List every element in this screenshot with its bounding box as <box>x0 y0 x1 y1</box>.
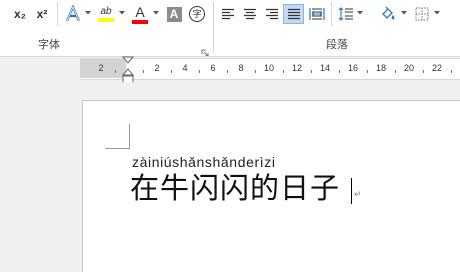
separator <box>331 2 332 26</box>
ruler-label: 8 <box>238 63 244 73</box>
margin-corner-mark <box>129 124 130 149</box>
line-spacing-dropdown[interactable] <box>357 10 363 16</box>
ruler-label: 6 <box>210 63 216 73</box>
align-center-button[interactable] <box>241 4 259 24</box>
ruler-tick <box>451 70 452 73</box>
chevron-down-icon <box>153 11 159 15</box>
chevron-down-icon <box>357 11 363 15</box>
ruler-tick <box>283 70 284 73</box>
ruler-label: 4 <box>182 63 188 73</box>
separator <box>57 2 58 26</box>
font-group-label: 字体 <box>38 38 60 51</box>
margin-corner-mark <box>105 148 129 149</box>
document-text[interactable]: 在牛闪闪的日子 <box>130 170 340 206</box>
subscript-label: x₂ <box>13 7 26 21</box>
ruler-tick <box>199 70 200 73</box>
ruler-tick <box>367 70 368 73</box>
highlight-icon: ab <box>100 6 112 17</box>
borders-icon <box>415 7 429 21</box>
ruler-label: 2 <box>154 63 160 73</box>
align-center-icon <box>244 8 256 20</box>
subscript-button[interactable]: x₂ <box>10 4 30 24</box>
ruler-tick <box>255 70 256 73</box>
ruler-tick <box>339 70 340 73</box>
enclose-characters-icon: 字 <box>189 6 205 22</box>
ruler-label: 2 <box>98 63 104 73</box>
justify-icon <box>287 8 300 20</box>
line-spacing-icon <box>338 7 353 21</box>
highlight-color-bar <box>98 18 114 22</box>
ruler-tick <box>395 70 396 73</box>
text-cursor <box>351 178 352 204</box>
ribbon: x₂ x² ab A A 字 字体 段落 <box>0 0 460 57</box>
ruler-label: 12 <box>291 63 303 73</box>
ruler-tick <box>227 70 228 73</box>
shading-dropdown[interactable] <box>401 10 407 16</box>
line-spacing-button[interactable] <box>337 4 355 24</box>
paragraph-group-label: 段落 <box>326 38 348 51</box>
font-color-bar <box>132 19 148 24</box>
align-right-button[interactable] <box>263 4 281 24</box>
font-color-button[interactable]: A <box>129 4 151 24</box>
enclose-characters-button[interactable]: 字 <box>187 4 207 24</box>
ruler-label: 14 <box>319 63 331 73</box>
ruler-tick <box>171 70 172 73</box>
chevron-down-icon <box>85 11 91 15</box>
paragraph-mark: ↵ <box>354 190 362 200</box>
text-effects-button[interactable] <box>63 4 83 24</box>
chevron-down-icon <box>119 11 125 15</box>
group-separator <box>213 2 214 52</box>
superscript-button[interactable]: x² <box>32 4 52 24</box>
ruler-tick <box>423 70 424 73</box>
ruler-tick <box>143 70 144 73</box>
superscript-label: x² <box>36 7 48 21</box>
ruler-label: 18 <box>375 63 387 73</box>
align-right-icon <box>266 8 278 20</box>
distributed-align-icon <box>308 8 325 20</box>
ruler-label: 16 <box>347 63 359 73</box>
align-left-button[interactable] <box>219 4 237 24</box>
justify-button[interactable] <box>283 4 304 24</box>
highlight-dropdown[interactable] <box>119 10 125 16</box>
ruler-label: 22 <box>431 63 443 73</box>
shading-button[interactable] <box>379 4 397 24</box>
ruler-label: 20 <box>403 63 415 73</box>
borders-dropdown[interactable] <box>434 10 440 16</box>
ruler-label: 10 <box>263 63 275 73</box>
pinyin-guide-text: zàiniúshǎnshǎnderìzi <box>132 154 276 170</box>
text-effects-icon <box>65 5 81 22</box>
paint-bucket-icon <box>382 6 395 20</box>
chevron-down-icon <box>401 11 407 15</box>
text-effects-dropdown[interactable] <box>85 10 91 16</box>
align-left-icon <box>222 8 234 20</box>
chevron-down-icon <box>434 11 440 15</box>
borders-button[interactable] <box>413 4 431 24</box>
distributed-button[interactable] <box>307 4 326 24</box>
ruler-tick <box>115 70 116 73</box>
highlight-button[interactable]: ab <box>95 4 117 24</box>
font-dialog-launcher[interactable] <box>201 42 209 57</box>
character-shading-icon: A <box>166 6 182 22</box>
font-color-icon: A <box>135 3 145 20</box>
character-shading-button[interactable]: A <box>165 4 183 24</box>
ruler-tick <box>311 70 312 73</box>
font-color-dropdown[interactable] <box>153 10 159 16</box>
